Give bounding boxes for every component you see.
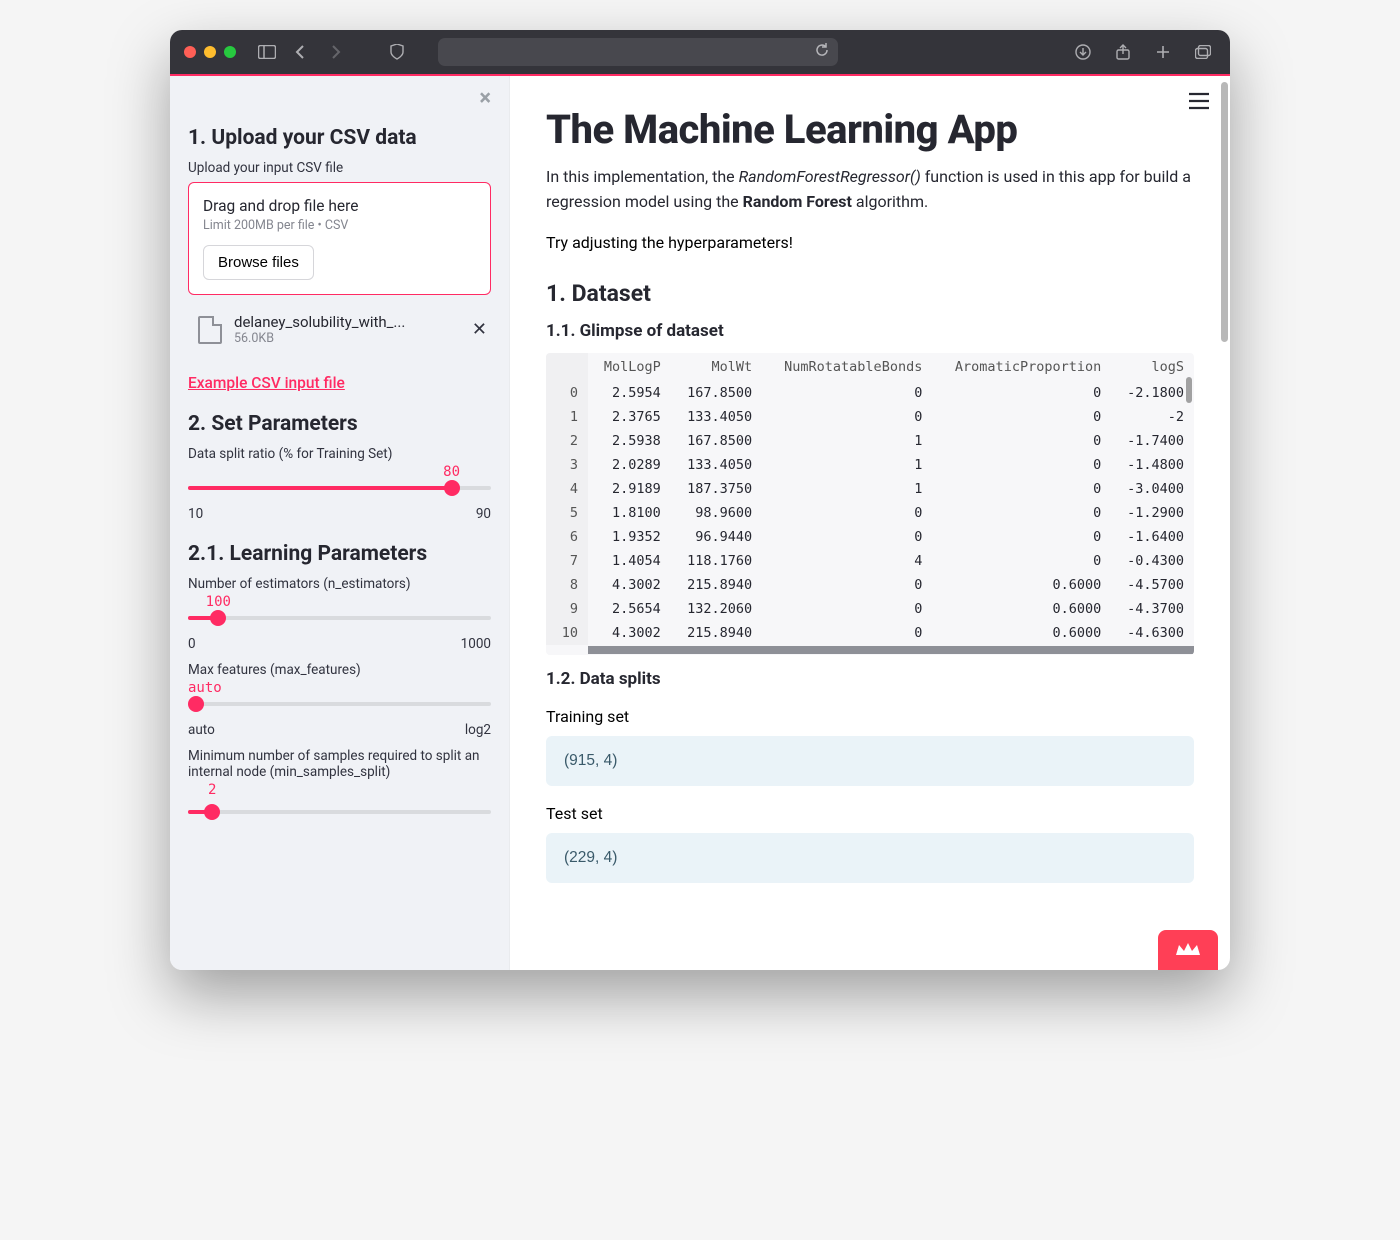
uploaded-file-size: 56.0KB: [234, 331, 405, 346]
column-header: AromaticProportion: [932, 353, 1111, 381]
table-row[interactable]: 84.3002215.894000.6000-4.5700: [546, 573, 1194, 597]
browse-files-button[interactable]: Browse files: [203, 245, 314, 280]
share-icon[interactable]: [1110, 39, 1136, 65]
upload-caption: Upload your input CSV file: [188, 160, 491, 176]
maximize-window-button[interactable]: [224, 46, 236, 58]
table-row[interactable]: 32.0289133.405010-1.4800: [546, 453, 1194, 477]
page-title: The Machine Learning App: [546, 106, 1194, 153]
n-estimators-slider[interactable]: Number of estimators (n_estimators) 100 …: [188, 576, 491, 652]
titlebar: [170, 30, 1230, 74]
address-bar[interactable]: [438, 38, 838, 66]
remove-file-button[interactable]: ✕: [472, 319, 487, 340]
table-row[interactable]: 51.810098.960000-1.2900: [546, 501, 1194, 525]
example-csv-link[interactable]: Example CSV input file: [188, 374, 345, 392]
table-vscroll[interactable]: [1186, 377, 1192, 403]
max-features-slider[interactable]: Max features (max_features) auto auto lo…: [188, 662, 491, 738]
upload-header: 1. Upload your CSV data: [188, 126, 491, 150]
menu-button[interactable]: [1188, 92, 1210, 114]
learning-parameters-header: 2.1. Learning Parameters: [188, 542, 491, 566]
glimpse-header: 1.1. Glimpse of dataset: [546, 321, 1194, 341]
uploaded-file-chip: delaney_solubility_with_... 56.0KB ✕: [188, 307, 491, 352]
streamlit-badge[interactable]: [1158, 930, 1218, 970]
new-tab-icon[interactable]: [1150, 39, 1176, 65]
min-samples-split-slider[interactable]: Minimum number of samples required to sp…: [188, 748, 491, 806]
file-uploader[interactable]: Drag and drop file here Limit 200MB per …: [188, 182, 491, 295]
splits-header: 1.2. Data splits: [546, 669, 1194, 689]
dataset-header: 1. Dataset: [546, 280, 1194, 307]
dropzone-title: Drag and drop file here: [203, 197, 476, 215]
downloads-icon[interactable]: [1070, 39, 1096, 65]
split-ratio-slider[interactable]: Data split ratio (% for Training Set) 80…: [188, 446, 491, 522]
browser-window: × 1. Upload your CSV data Upload your in…: [170, 30, 1230, 970]
column-header: MolWt: [671, 353, 762, 381]
reload-icon[interactable]: [814, 42, 830, 62]
table-row[interactable]: 22.5938167.850010-1.7400: [546, 429, 1194, 453]
traffic-lights: [184, 46, 236, 58]
back-button[interactable]: [288, 39, 314, 65]
table-row[interactable]: 02.5954167.850000-2.1800: [546, 381, 1194, 405]
document-icon: [198, 316, 222, 344]
training-set-shape: (915, 4): [546, 736, 1194, 786]
column-header: MolLogP: [588, 353, 671, 381]
training-set-label: Training set: [546, 707, 1194, 726]
sidebar-toggle-icon[interactable]: [254, 39, 280, 65]
dropzone-sub: Limit 200MB per file • CSV: [203, 218, 476, 233]
test-set-label: Test set: [546, 804, 1194, 823]
minimize-window-button[interactable]: [204, 46, 216, 58]
table-row[interactable]: 42.9189187.375010-3.0400: [546, 477, 1194, 501]
table-row[interactable]: 61.935296.944000-1.6400: [546, 525, 1194, 549]
shield-icon[interactable]: [384, 39, 410, 65]
column-header: NumRotatableBonds: [762, 353, 932, 381]
try-line: Try adjusting the hyperparameters!: [546, 233, 1194, 252]
tabs-overview-icon[interactable]: [1190, 39, 1216, 65]
sidebar: × 1. Upload your CSV data Upload your in…: [170, 76, 510, 970]
column-header: logS: [1111, 353, 1194, 381]
forward-button[interactable]: [322, 39, 348, 65]
table-hscroll[interactable]: [546, 645, 1194, 655]
table-row[interactable]: 71.4054118.176040-0.4300: [546, 549, 1194, 573]
table-row[interactable]: 104.3002215.894000.6000-4.6300: [546, 621, 1194, 645]
set-parameters-header: 2. Set Parameters: [188, 412, 491, 436]
test-set-shape: (229, 4): [546, 833, 1194, 883]
uploaded-file-name: delaney_solubility_with_...: [234, 313, 405, 331]
dataframe-table[interactable]: MolLogPMolWtNumRotatableBondsAromaticPro…: [546, 353, 1194, 655]
intro-paragraph: In this implementation, the RandomForest…: [546, 165, 1194, 215]
table-row[interactable]: 12.3765133.405000-2: [546, 405, 1194, 429]
close-window-button[interactable]: [184, 46, 196, 58]
collapse-sidebar-button[interactable]: ×: [479, 86, 491, 111]
table-row[interactable]: 92.5654132.206000.6000-4.3700: [546, 597, 1194, 621]
main-content: The Machine Learning App In this impleme…: [510, 76, 1230, 970]
page-scrollbar[interactable]: [1221, 82, 1228, 342]
